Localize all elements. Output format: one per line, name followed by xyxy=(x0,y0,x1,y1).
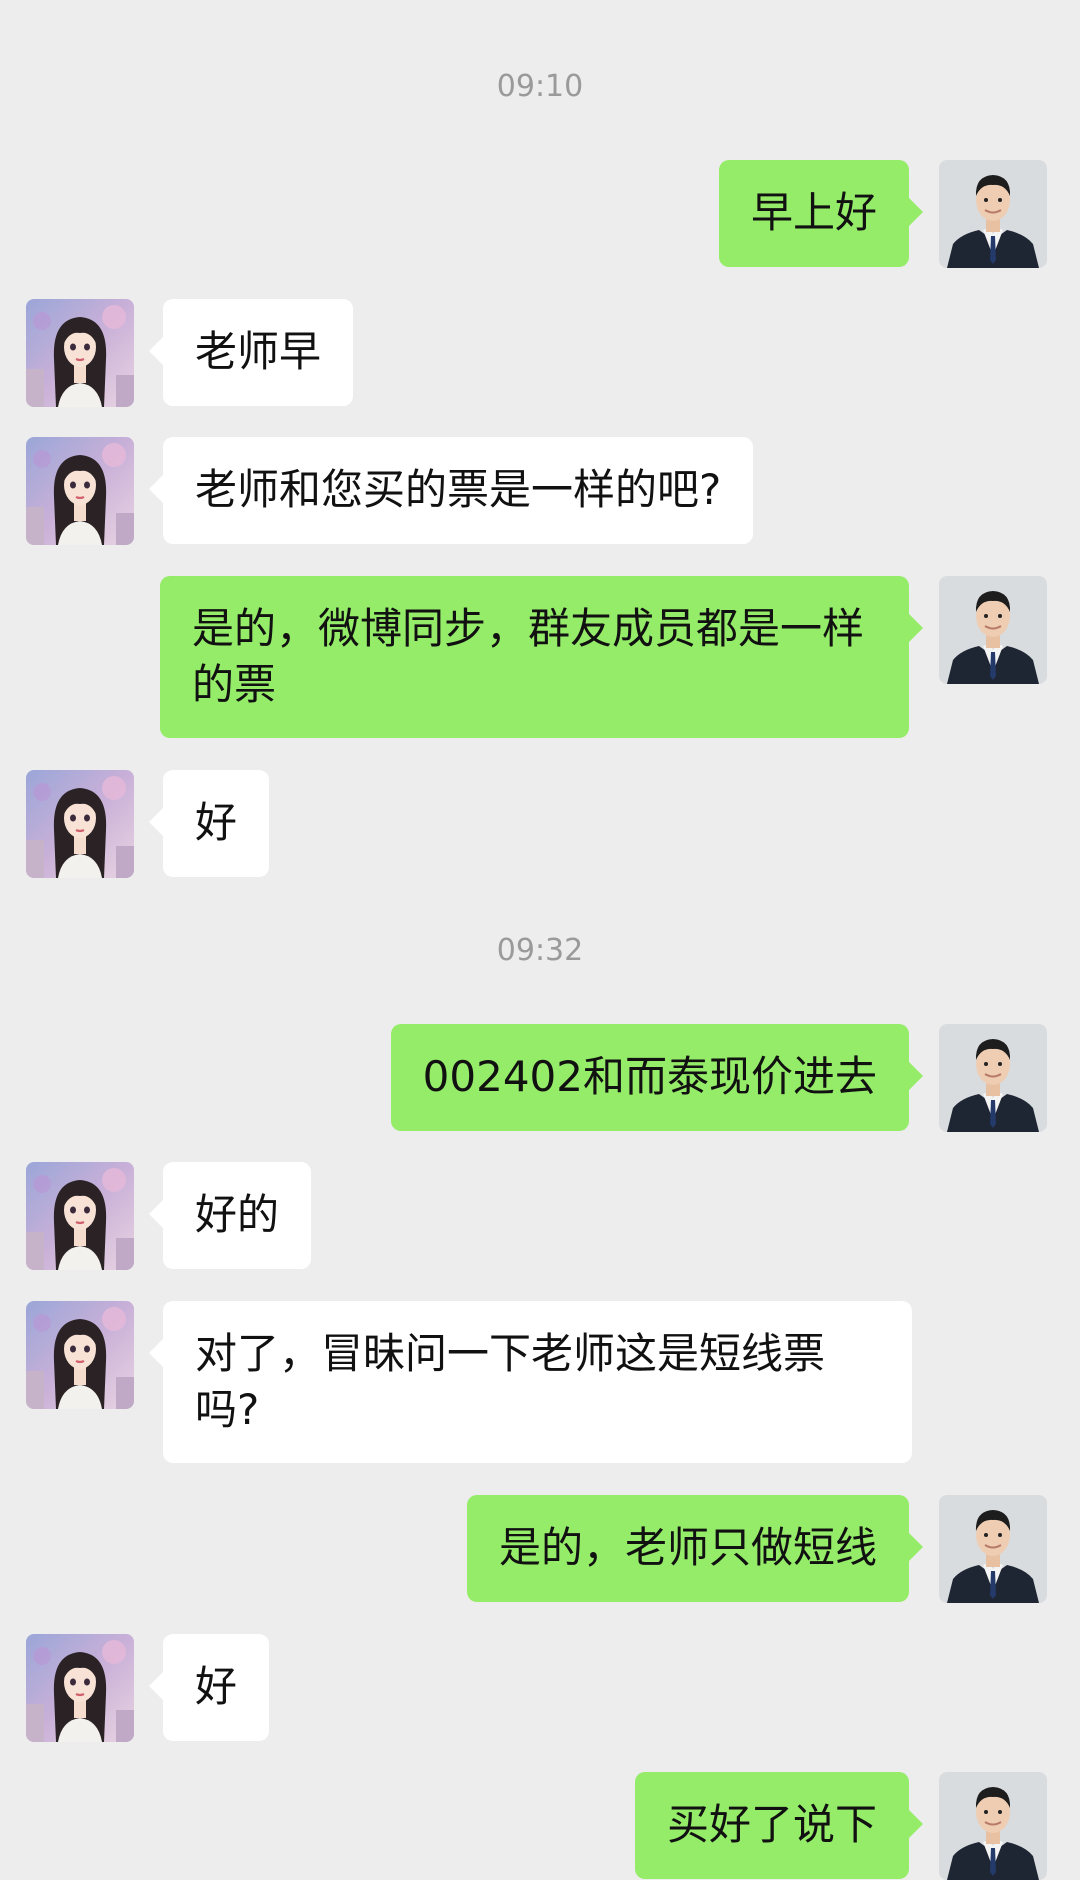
timestamp: 09:10 xyxy=(496,69,584,104)
man-in-suit-avatar[interactable] xyxy=(939,576,1047,684)
message-bubble-out[interactable]: 002402和而泰现价进去 xyxy=(390,1024,924,1131)
message-bubble-in[interactable]: 对了，冒昧问一下老师这是短线票吗? xyxy=(149,1301,912,1463)
anime-girl-avatar[interactable] xyxy=(26,1634,134,1742)
anime-girl-avatar[interactable] xyxy=(26,1162,134,1270)
message-bubble-in[interactable]: 老师和您买的票是一样的吧? xyxy=(148,437,754,544)
message-bubble-out[interactable]: 是的，老师只做短线 xyxy=(466,1495,924,1602)
message-bubble-out[interactable]: 买好了说下 xyxy=(634,1772,924,1879)
anime-girl-avatar[interactable] xyxy=(26,1301,134,1409)
message-bubble-out[interactable]: 早上好 xyxy=(718,160,924,267)
man-in-suit-avatar[interactable] xyxy=(939,1772,1047,1880)
anime-girl-avatar[interactable] xyxy=(26,299,134,407)
timestamp: 09:32 xyxy=(496,933,584,968)
message-bubble-in[interactable]: 好的 xyxy=(148,1162,312,1269)
message-bubble-in[interactable]: 好 xyxy=(148,1634,270,1741)
anime-girl-avatar[interactable] xyxy=(26,770,134,878)
message-bubble-in[interactable]: 老师早 xyxy=(148,299,354,406)
chat-thread: 09:10 早上好 老师早 老师和您买的票是一样的吧? 是的，微博同步，群友成员… xyxy=(0,0,1080,1848)
message-bubble-in[interactable]: 好 xyxy=(148,770,270,877)
man-in-suit-avatar[interactable] xyxy=(939,1495,1047,1603)
anime-girl-avatar[interactable] xyxy=(26,437,134,545)
message-bubble-out[interactable]: 是的，微博同步，群友成员都是一样的票 xyxy=(160,576,923,738)
man-in-suit-avatar[interactable] xyxy=(939,1024,1047,1132)
man-in-suit-avatar[interactable] xyxy=(939,160,1047,268)
